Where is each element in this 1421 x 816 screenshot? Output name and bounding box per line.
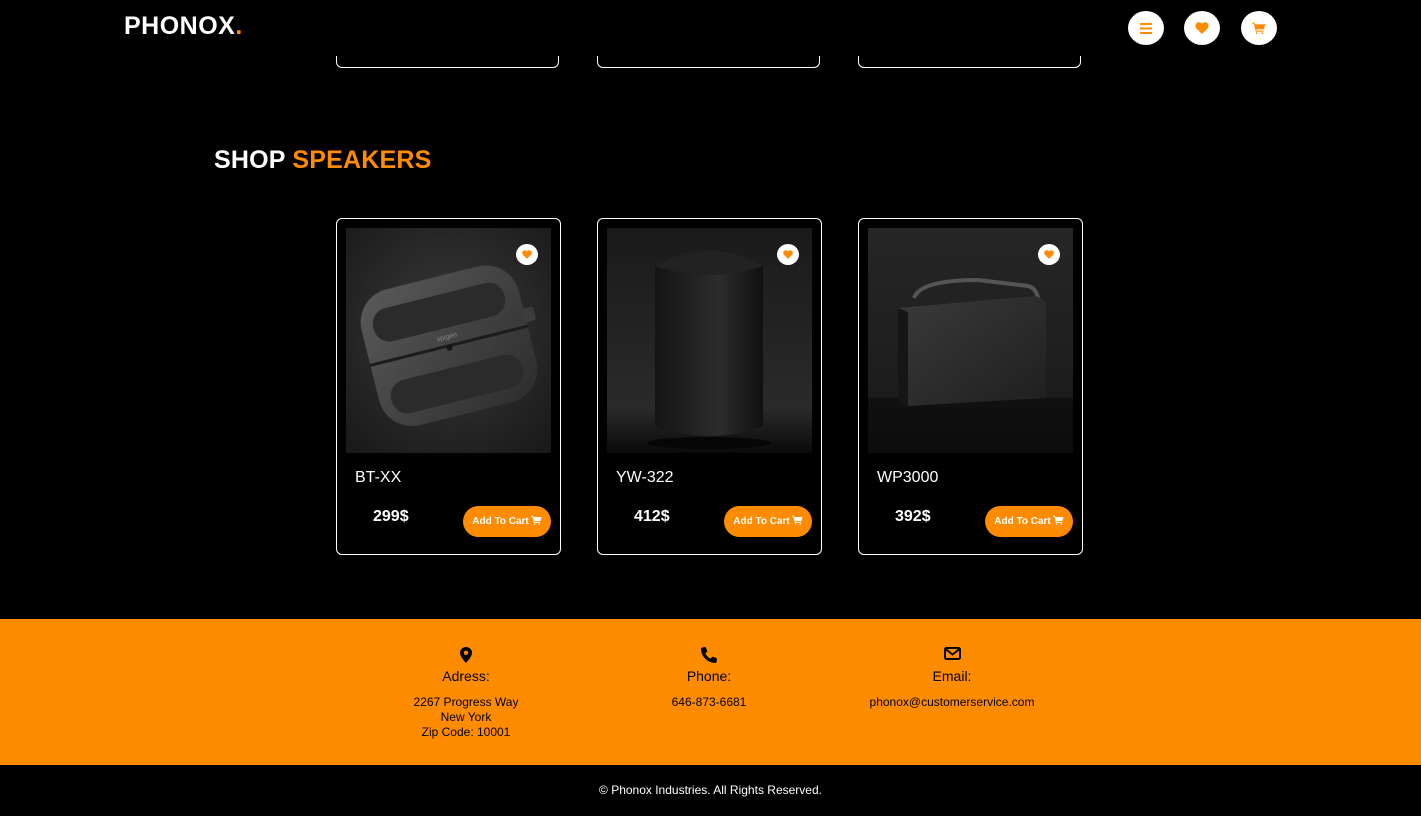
favorite-button[interactable] xyxy=(777,244,799,265)
add-to-cart-button[interactable]: Add To Cart xyxy=(724,506,812,537)
email-label: Email: xyxy=(932,668,972,684)
product-image: spigen xyxy=(346,228,551,453)
favorite-button[interactable] xyxy=(516,244,538,265)
phone-icon xyxy=(589,647,829,665)
cart-icon xyxy=(1052,515,1064,528)
wishlist-button[interactable] xyxy=(1184,11,1220,45)
product-image xyxy=(868,228,1073,453)
site-header: PHONOX. xyxy=(0,0,1421,56)
copyright-text: © Phonox Industries. All Rights Reserved… xyxy=(0,765,1421,811)
product-card: YW-322 412$ Add To Cart xyxy=(597,218,822,555)
address-label: Adress: xyxy=(442,668,490,684)
section-title: SHOP SPEAKERS xyxy=(214,146,432,174)
cart-button[interactable] xyxy=(1241,11,1277,45)
map-marker-icon xyxy=(346,647,586,665)
email-value[interactable]: phonox@customerservice.com xyxy=(832,695,1072,710)
site-footer: Adress: 2267 Progress Way New York Zip C… xyxy=(0,619,1421,765)
footer-email: Email: phonox@customerservice.com xyxy=(832,647,1072,710)
product-name: YW-322 xyxy=(616,469,674,486)
phone-label: Phone: xyxy=(686,668,732,684)
product-price: 392$ xyxy=(895,508,931,525)
brand-logo[interactable]: PHONOX. xyxy=(124,12,243,41)
phone-value[interactable]: 646-873-6681 xyxy=(589,695,829,710)
cart-icon xyxy=(530,515,542,528)
product-card: WP3000 392$ Add To Cart xyxy=(858,218,1083,555)
footer-address: Adress: 2267 Progress Way New York Zip C… xyxy=(346,647,586,740)
product-price: 412$ xyxy=(634,508,670,525)
product-name: BT-XX xyxy=(355,469,402,486)
heart-icon xyxy=(783,250,793,259)
envelope-icon xyxy=(832,647,1072,665)
cart-icon xyxy=(1252,22,1266,34)
add-to-cart-button[interactable]: Add To Cart xyxy=(463,506,551,537)
address-value: 2267 Progress Way New York Zip Code: 100… xyxy=(413,695,519,739)
menu-icon xyxy=(1140,22,1152,34)
cart-icon xyxy=(791,515,803,528)
add-to-cart-button[interactable]: Add To Cart xyxy=(985,506,1073,537)
heart-icon xyxy=(1195,22,1209,34)
product-price: 299$ xyxy=(373,508,409,525)
heart-icon xyxy=(522,250,532,259)
menu-button[interactable] xyxy=(1128,11,1164,45)
heart-icon xyxy=(1044,250,1054,259)
product-image xyxy=(607,228,812,453)
favorite-button[interactable] xyxy=(1038,244,1060,265)
footer-phone: Phone: 646-873-6681 xyxy=(589,647,829,710)
product-card: spigen BT-XX 299$ Add To Cart xyxy=(336,218,561,555)
product-name: WP3000 xyxy=(877,469,939,486)
